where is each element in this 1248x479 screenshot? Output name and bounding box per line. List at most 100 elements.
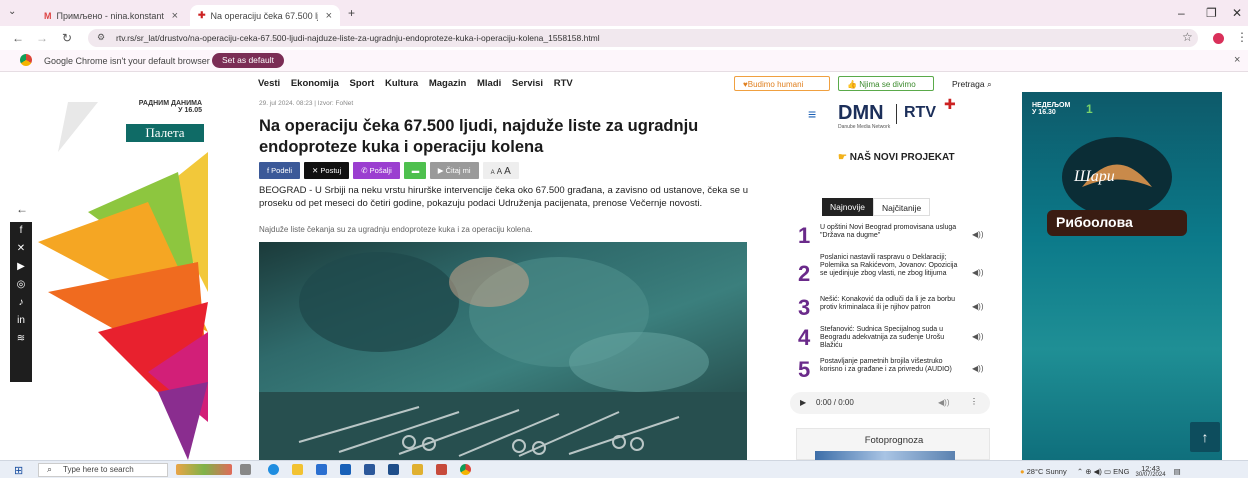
message-button[interactable]: ▬ — [403, 162, 426, 179]
nav-mladi[interactable]: Mladi — [477, 78, 501, 89]
notifications-icon[interactable]: ▤ — [1174, 467, 1181, 476]
word-icon[interactable] — [364, 464, 375, 475]
file-explorer-icon[interactable] — [292, 464, 303, 475]
back-icon[interactable]: ← — [12, 31, 24, 45]
linkedin-icon[interactable]: in — [10, 312, 32, 330]
article-caption: Najduže liste čekanja su za ugradnju end… — [259, 225, 533, 234]
font-medium-button[interactable]: A — [497, 167, 502, 176]
njima-se-divimo-button[interactable]: 👍 Njima se divimo — [838, 76, 934, 91]
nav-sport[interactable]: Sport — [350, 78, 375, 89]
tab-najcitanije[interactable]: Najčitanije — [872, 198, 931, 216]
youtube-icon[interactable]: ▶ — [10, 258, 32, 276]
font-large-button[interactable]: A — [504, 166, 511, 177]
scroll-to-top-button[interactable]: ↑ — [1190, 422, 1220, 452]
news-widget-icon[interactable] — [176, 464, 232, 475]
close-window-icon[interactable]: ✕ — [1232, 6, 1242, 20]
ribolova-ad-line2: У 16.30 — [1032, 109, 1056, 116]
speaker-icon[interactable]: ◀)) — [972, 364, 983, 373]
article-title: Na operaciju čeka 67.500 ljudi, najduže … — [259, 117, 699, 156]
citaj-mi-button[interactable]: ▶ Čitaj mi — [429, 162, 479, 179]
speaker-icon[interactable]: ◀)) — [972, 302, 983, 311]
nas-novi-projekat[interactable]: ☛ NAŠ NOVI PROJEKAT — [838, 152, 955, 163]
list-item[interactable]: 3 Nešić: Konaković da odluči da li je za… — [798, 296, 988, 326]
back-arrow-icon[interactable]: ← — [16, 202, 28, 216]
store-icon[interactable] — [316, 464, 327, 475]
x-twitter-icon[interactable]: ✕ — [10, 240, 32, 258]
njima-se-divimo-label: Njima se divimo — [859, 80, 916, 89]
volume-icon[interactable]: ◀) — [1094, 467, 1102, 476]
weather-text[interactable]: 28°C Sunny — [1027, 467, 1067, 476]
paleta-banner-ad[interactable]: РАДНИМ ДАНИМА У 16.05 Палета — [38, 92, 208, 460]
battery-icon[interactable]: ▭ — [1104, 467, 1111, 476]
volume-icon[interactable]: ◀)) — [938, 398, 949, 407]
app-icon[interactable] — [388, 464, 399, 475]
forward-icon[interactable]: → — [36, 31, 48, 45]
language-indicator[interactable]: ENG — [1113, 467, 1129, 476]
clock[interactable]: 12:43 30/07/2024 — [1136, 465, 1166, 479]
tab-article[interactable]: ✚ Na operaciju čeka 67.500 ljudi, × — [190, 5, 340, 26]
nav-servisi[interactable]: Servisi — [512, 78, 543, 89]
thumbs-up-icon: 👍 — [847, 80, 860, 89]
list-item[interactable]: 4 Stefanović: Sudnica Specijalnog suda u… — [798, 326, 988, 356]
speaker-icon[interactable]: ◀)) — [972, 268, 983, 277]
close-icon[interactable]: × — [1234, 54, 1240, 66]
restore-icon[interactable]: ❐ — [1206, 6, 1217, 20]
font-small-button[interactable]: A — [491, 170, 495, 176]
nav-vesti[interactable]: Vesti — [258, 78, 280, 89]
podeli-button[interactable]: f Podeli — [259, 162, 301, 179]
nav-kultura[interactable]: Kultura — [385, 78, 418, 89]
app-icon[interactable] — [436, 464, 447, 475]
list-item[interactable]: 1 U opštini Novi Beograd promovisana usl… — [798, 224, 988, 254]
nav-ekonomija[interactable]: Ekonomija — [291, 78, 339, 89]
postuj-button[interactable]: ✕ Postuj — [304, 162, 350, 179]
pretraga-button[interactable]: Pretraga ⌕ — [944, 76, 1000, 91]
bookmark-star-icon[interactable]: ☆ — [1182, 30, 1193, 44]
tray-chevron-icon[interactable]: ⌃ — [1077, 467, 1083, 476]
tab-najnovije[interactable]: Najnovije — [822, 198, 873, 216]
new-tab-button[interactable]: + — [348, 6, 355, 20]
list-item[interactable]: 2 Poslanici nastavili raspravu o Deklara… — [798, 254, 988, 294]
nav-rtv[interactable]: RTV — [554, 78, 573, 89]
photos-icon[interactable] — [412, 464, 423, 475]
news-rank: 3 — [798, 295, 811, 320]
minimize-icon[interactable]: – — [1178, 6, 1185, 20]
tiktok-icon[interactable]: ♪ — [10, 294, 32, 312]
speaker-icon[interactable]: ◀)) — [972, 332, 983, 341]
budimo-humani-button[interactable]: ♥Budimo humani — [734, 76, 830, 91]
rss-icon[interactable]: ≋ — [10, 330, 32, 348]
rtv-favicon-icon: ✚ — [198, 10, 206, 20]
ribolova-banner-ad[interactable]: НЕДЕЉОМ У 16.30 1 Шари Рибоолова — [1022, 92, 1222, 460]
play-icon: ▶ — [437, 166, 446, 175]
taskbar-search-input[interactable]: ⌕ Type here to search — [38, 463, 168, 477]
more-options-icon[interactable]: ⋮ — [970, 397, 978, 406]
nav-magazin[interactable]: Magazin — [429, 78, 466, 89]
play-button[interactable]: ▶ — [800, 398, 806, 407]
close-icon[interactable]: × — [326, 10, 332, 22]
dmn-logo-text: DMN — [838, 102, 884, 124]
menu-icon[interactable]: ⋮ — [1236, 30, 1248, 44]
reload-icon[interactable]: ↻ — [62, 31, 72, 45]
mail-icon[interactable] — [340, 464, 351, 475]
article-share-buttons: f Podeli ✕ Postuj ✆ Pošalji ▬ ▶ Čitaj mi… — [259, 162, 519, 179]
dmn-subtitle: Danube Media Network — [838, 124, 891, 130]
site-info-icon[interactable]: ⚙ — [97, 32, 105, 43]
address-bar[interactable]: ⚙ rtv.rs/sr_lat/drustvo/na-operaciju-cek… — [88, 29, 1198, 47]
fotoprognoza-widget[interactable]: Fotoprognoza — [796, 428, 990, 460]
edge-icon[interactable] — [268, 464, 279, 475]
tab-gmail[interactable]: M Примљено - nina.konstantinić × — [36, 5, 186, 26]
network-icon[interactable]: ⊕ — [1085, 467, 1091, 476]
profile-avatar[interactable] — [1213, 33, 1224, 44]
task-view-icon[interactable] — [240, 464, 251, 475]
instagram-icon[interactable]: ◎ — [10, 276, 32, 294]
speaker-icon[interactable]: ◀)) — [972, 230, 983, 239]
close-icon[interactable]: × — [172, 10, 178, 22]
facebook-icon[interactable]: f — [10, 222, 32, 240]
list-item[interactable]: 5 Postavljanje pametnih brojila višestru… — [798, 358, 988, 388]
set-as-default-button[interactable]: Set as default — [212, 53, 284, 68]
fotoprognoza-image — [815, 451, 955, 460]
posalji-button[interactable]: ✆ Pošalji — [353, 162, 400, 179]
chrome-taskbar-icon[interactable] — [460, 464, 471, 475]
news-rank: 2 — [798, 261, 811, 286]
windows-start-icon[interactable]: ⊞ — [14, 464, 23, 477]
tab-search-chevron-icon[interactable]: ⌄ — [8, 6, 16, 17]
